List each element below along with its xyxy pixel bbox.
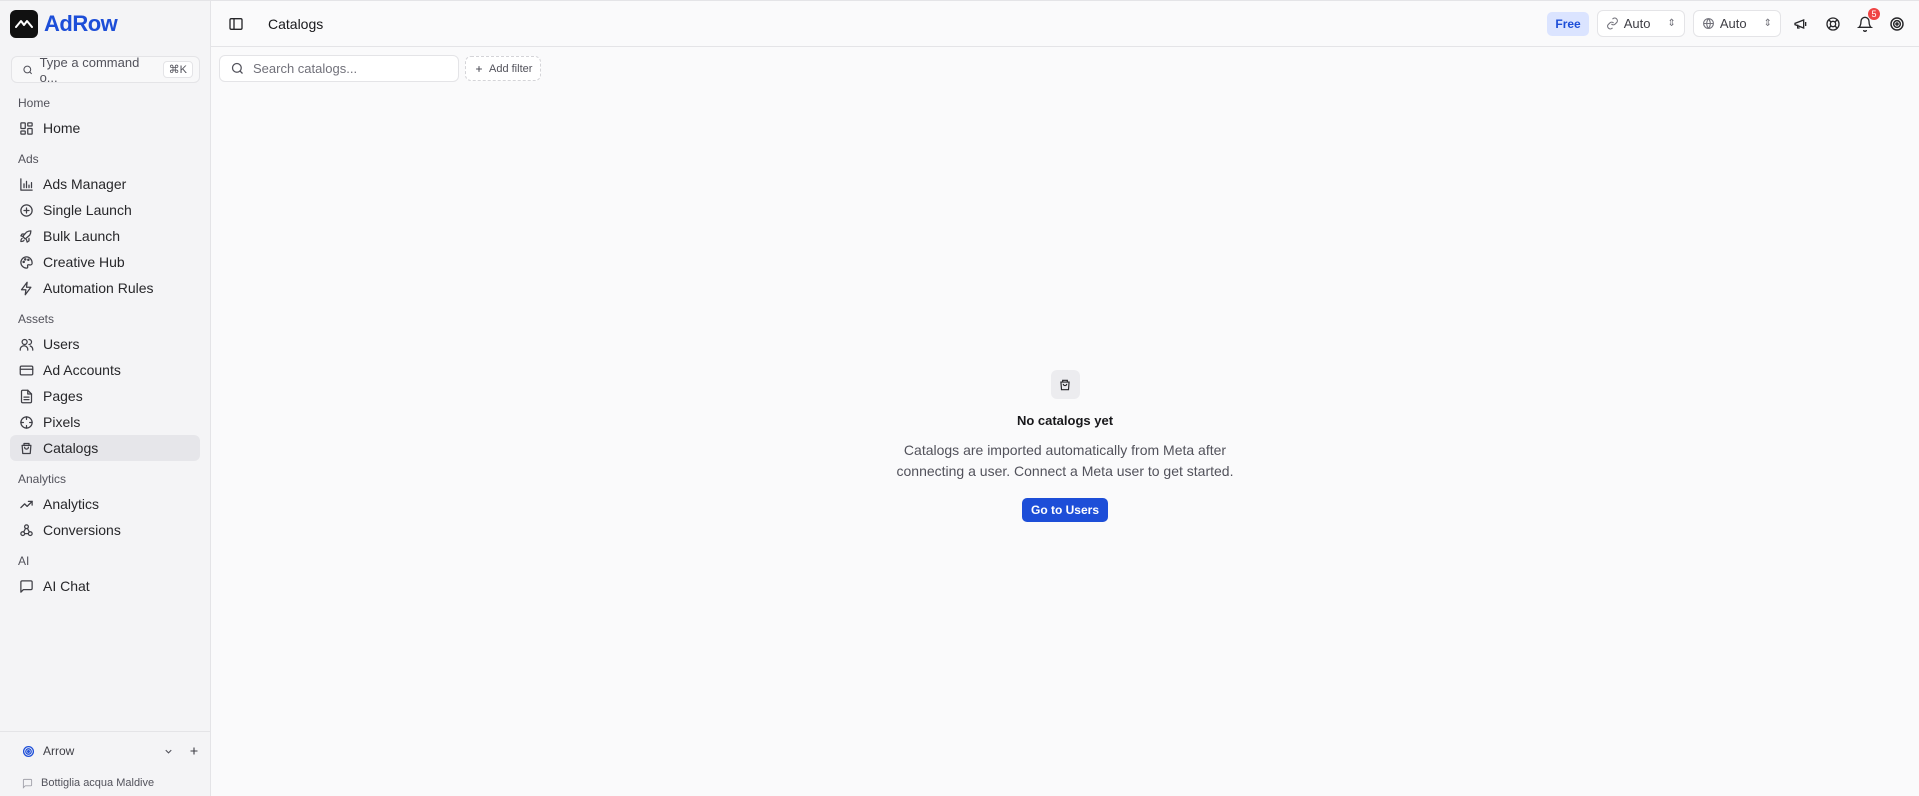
command-palette-button[interactable]: Type a command o... ⌘K [11,54,200,85]
add-filter-label: Add filter [489,62,533,75]
bar-chart-icon [20,177,33,191]
sidebar-item-label: Creative Hub [43,254,125,270]
trend-up-icon [20,500,33,508]
sidebar-item-single-launch[interactable]: Single Launch [10,197,200,223]
command-placeholder: Type a command o... [39,54,140,85]
globe-icon [1702,18,1714,29]
filter-toolbar: Add filter [211,47,1919,90]
empty-state: No catalogs yet Catalogs are imported au… [211,90,1919,796]
search-box[interactable] [219,55,459,82]
nav-group-label: AI [18,554,30,568]
sidebar-item-label: Ads Manager [43,176,127,192]
sidebar-item-ad-accounts[interactable]: Ad Accounts [10,357,200,383]
link-icon [1606,17,1618,30]
app-name: AdRow [44,11,118,36]
sidebar-item-label: Home [43,120,81,136]
workspace-switcher[interactable]: Arrow [12,732,200,770]
chevrons-up-down-icon: ⇕ [1763,18,1772,29]
mode-select-value: Auto [1623,16,1651,31]
plus-circle-icon [20,203,33,217]
message-square-icon [22,778,33,789]
language-select[interactable]: Auto ⇕ [1692,10,1781,37]
chevron-down-icon[interactable] [163,746,174,757]
app-root: AdRow Type a command o... ⌘K Home Home Ads… [0,0,1919,796]
users-icon [19,338,34,351]
sidebar-item-conversions[interactable]: Conversions [10,517,200,543]
command-shortcut: ⌘K [162,61,193,78]
plan-badge[interactable]: Free [1547,11,1589,36]
target-icon [20,415,33,429]
chevrons-up-down-icon: ⇕ [1667,18,1676,29]
nav-group-label: Analytics [18,472,67,486]
megaphone-icon[interactable] [1789,12,1813,36]
account-name: Bottiglia acqua Maldive [41,777,155,789]
sidebar-item-label: AI Chat [43,578,90,594]
notification-count: 5 [1868,7,1880,20]
message-square-icon [20,579,33,593]
empty-state-description: Catalogs are imported automatically from… [896,442,1234,479]
sidebar: AdRow Type a command o... ⌘K Home Home Ads… [0,0,210,796]
rocket-icon [20,229,32,243]
zap-icon [20,281,32,295]
sidebar-toggle-icon[interactable] [224,12,248,36]
sidebar-footer: Arrow Bottiglia acqua Maldive [0,731,210,796]
sidebar-item-users[interactable]: Users [10,331,200,357]
sidebar-item-label: Conversions [43,522,121,538]
logo[interactable]: AdRow [0,1,210,47]
shopping-bag-icon [1050,370,1080,399]
sidebar-item-label: Ad Accounts [43,362,121,378]
sidebar-item-ads-manager[interactable]: Ads Manager [10,171,200,197]
add-filter-button[interactable]: Add filter [465,56,542,81]
add-workspace-icon[interactable] [188,745,200,757]
sidebar-item-label: Pixels [43,414,81,430]
search-icon [231,62,243,74]
nav-group-label: Home [18,96,51,110]
account-item[interactable]: Bottiglia acqua Maldive [12,770,200,796]
search-icon [23,65,33,74]
webhook-icon [20,523,33,536]
workspace-name: Arrow [43,744,75,758]
palette-icon [20,255,33,269]
help-buoy-icon[interactable] [1821,12,1845,36]
logo-icon [10,10,38,38]
empty-state-title: No catalogs yet [1016,413,1114,428]
main-panel: Catalogs Free Auto ⇕ Auto ⇕ 5 Search cat… [210,0,1919,796]
target-icon[interactable] [1885,12,1909,36]
bell-icon[interactable]: 5 [1853,7,1880,36]
sidebar-item-pages[interactable]: Pages [10,383,200,409]
language-select-value: Auto [1719,16,1747,31]
sidebar-item-label: Automation Rules [43,280,154,296]
sidebar-item-label: Analytics [43,496,100,512]
sidebar-item-analytics[interactable]: Analytics [10,491,200,517]
sidebar-item-automation-rules[interactable]: Automation Rules [10,275,200,301]
sidebar-item-bulk-launch[interactable]: Bulk Launch [10,223,200,249]
sidebar-item-label: Pages [43,388,83,404]
plus-icon [476,65,482,72]
sidebar-item-pixels[interactable]: Pixels [10,409,200,435]
page-title: Catalogs [268,15,324,32]
topbar: Catalogs Free Auto ⇕ Auto ⇕ 5 [211,1,1919,47]
sidebar-item-label: Catalogs [43,440,99,456]
go-to-users-button[interactable]: Go to Users [1021,498,1108,522]
sidebar-item-creative-hub[interactable]: Creative Hub [10,249,200,275]
nav-group-label: Assets [18,312,55,326]
credit-card-icon [19,365,34,375]
sidebar-nav: Home Home Ads Ads Manager Single Launch Bulk … [0,93,210,599]
file-text-icon [20,389,33,403]
sidebar-item-catalogs[interactable]: Catalogs [10,435,200,461]
sidebar-item-label: Single Launch [43,202,132,218]
target-brand-icon [22,745,35,757]
search-input[interactable] [253,61,433,76]
sidebar-item-ai-chat[interactable]: AI Chat [10,573,200,599]
nav-group-label: Ads [18,152,39,166]
dashboard-icon [20,121,33,135]
mode-select[interactable]: Auto ⇕ [1596,10,1685,37]
sidebar-item-label: Users [43,336,80,352]
shopping-bag-icon [21,442,32,454]
sidebar-item-home[interactable]: Home [10,115,200,141]
sidebar-item-label: Bulk Launch [43,228,121,244]
